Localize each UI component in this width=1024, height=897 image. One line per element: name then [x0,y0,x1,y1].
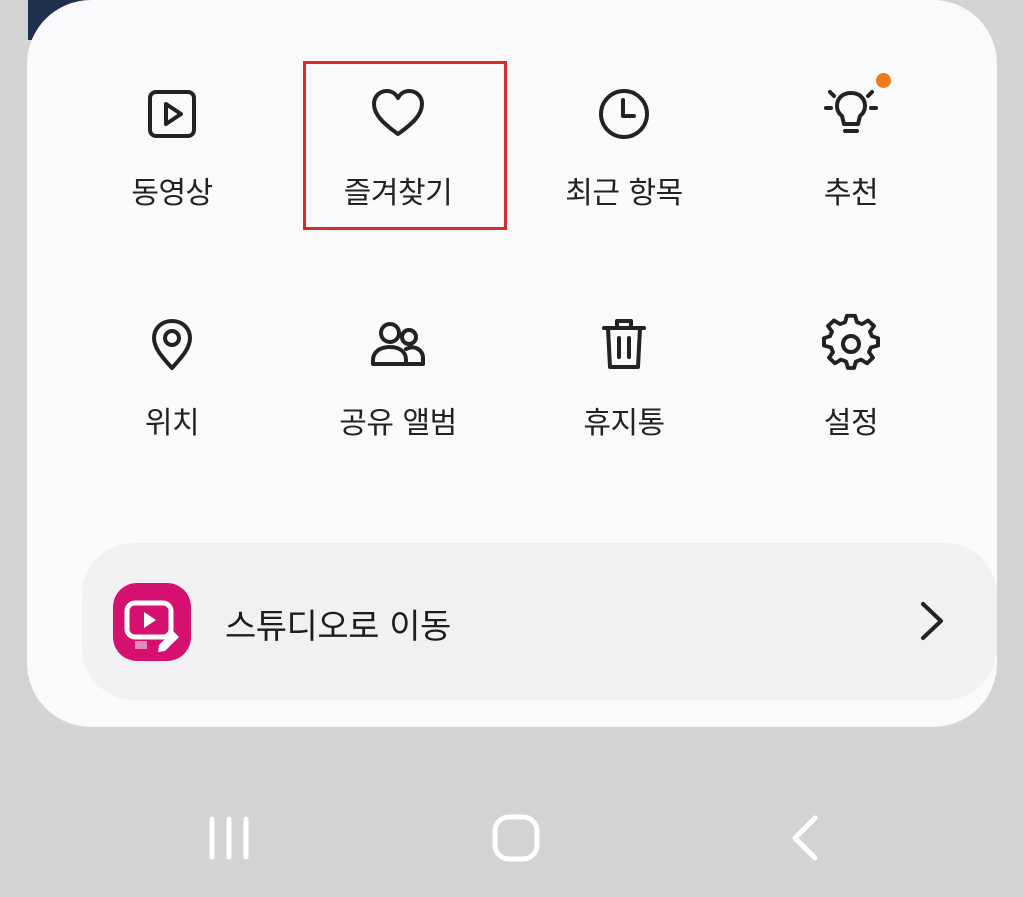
menu-item-suggestions[interactable]: 추천 [736,30,966,211]
gear-icon [822,313,880,372]
menu-item-label: 최근 항목 [565,176,683,211]
menu-sheet: 동영상 즐겨찾기 최근 항목 추천 위치 공유 앨범 휴지통 설정 스튜디오로 … [27,0,997,727]
menu-item-label: 추천 [823,176,879,211]
trash-icon [596,316,652,372]
menu-item-shared-albums[interactable]: 공유 앨범 [283,260,513,441]
menu-item-video[interactable]: 동영상 [57,30,287,211]
studio-app-icon [113,583,191,661]
video-icon [144,86,200,142]
home-button[interactable] [491,813,541,863]
back-icon [792,815,818,861]
lightbulb-icon [823,86,879,142]
menu-item-label: 휴지통 [583,406,665,441]
menu-item-recent[interactable]: 최근 항목 [509,30,739,211]
clock-icon [596,86,652,142]
menu-item-locations[interactable]: 위치 [57,260,287,441]
menu-item-label: 설정 [823,406,879,441]
back-button[interactable] [788,813,822,863]
people-icon [370,316,426,372]
home-icon [492,814,540,862]
menu-item-trash[interactable]: 휴지통 [509,260,739,441]
location-pin-icon [144,316,200,372]
studio-label: 스튜디오로 이동 [225,607,451,647]
menu-item-settings[interactable]: 설정 [736,260,966,441]
notification-dot [876,73,891,88]
go-to-studio-button[interactable]: 스튜디오로 이동 [82,543,997,700]
recent-apps-icon [209,816,249,860]
favorites-highlight-box [303,61,507,230]
system-navigation-bar [0,727,1024,897]
chevron-right-icon [917,599,947,643]
menu-item-label: 공유 앨범 [339,406,457,441]
menu-item-label: 위치 [144,406,200,441]
menu-item-label: 동영상 [131,176,213,211]
recent-apps-button[interactable] [205,815,253,861]
